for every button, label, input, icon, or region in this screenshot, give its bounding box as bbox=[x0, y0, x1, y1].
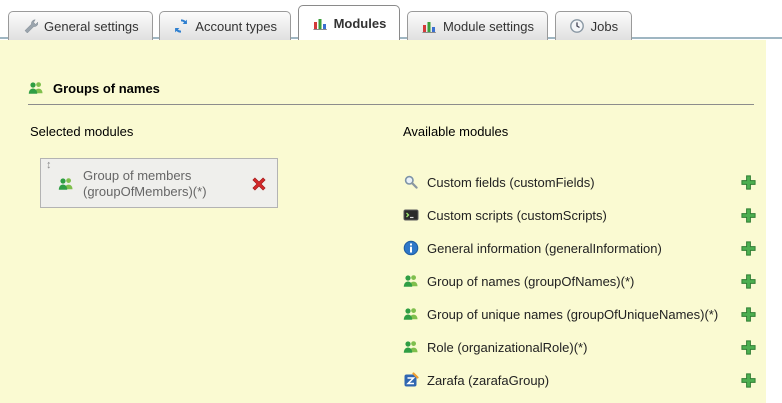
selected-module-id: (groupOfMembers)(*) bbox=[83, 184, 207, 200]
available-module-label: Group of unique names (groupOfUniqueName… bbox=[427, 307, 718, 322]
remove-module-button[interactable] bbox=[250, 175, 268, 193]
zarafa-icon bbox=[403, 372, 419, 388]
available-module-row: Group of unique names (groupOfUniqueName… bbox=[403, 304, 757, 324]
available-module-row: Group of names (groupOfNames)(*) bbox=[403, 271, 757, 291]
tab-account-types[interactable]: Account types bbox=[159, 11, 291, 40]
green-plus-icon bbox=[740, 207, 757, 224]
selected-module-label: Group of members (groupOfMembers)(*) bbox=[83, 168, 207, 200]
section-title: Groups of names bbox=[53, 81, 160, 96]
green-plus-icon bbox=[740, 372, 757, 389]
tab-modules[interactable]: Modules bbox=[298, 5, 401, 40]
available-module-row: Role (organizationalRole)(*) bbox=[403, 337, 757, 357]
available-module-label: Group of names (groupOfNames)(*) bbox=[427, 274, 634, 289]
tab-label: Modules bbox=[334, 16, 387, 31]
content-area: Groups of names Selected modules ↕ Group… bbox=[0, 40, 766, 403]
refresh-arrows-icon bbox=[173, 18, 189, 34]
green-plus-icon bbox=[740, 174, 757, 191]
tab-general-settings[interactable]: General settings bbox=[8, 11, 153, 40]
available-module-label: Role (organizationalRole)(*) bbox=[427, 340, 587, 355]
available-module-label: Custom fields (customFields) bbox=[427, 175, 595, 190]
add-module-button[interactable] bbox=[740, 207, 757, 224]
tab-label: Module settings bbox=[443, 19, 534, 34]
add-module-button[interactable] bbox=[740, 273, 757, 290]
tab-label: General settings bbox=[44, 19, 139, 34]
green-plus-icon bbox=[740, 273, 757, 290]
terminal-icon bbox=[403, 207, 419, 223]
add-module-button[interactable] bbox=[740, 240, 757, 257]
bar-chart-icon bbox=[421, 18, 437, 34]
available-module-label: Zarafa (zarafaGroup) bbox=[427, 373, 549, 388]
add-module-button[interactable] bbox=[740, 306, 757, 323]
add-module-button[interactable] bbox=[740, 372, 757, 389]
available-module-row: Zarafa (zarafaGroup) bbox=[403, 370, 757, 390]
section-divider bbox=[28, 104, 754, 105]
available-modules-list: Custom fields (customFields) Custom scri… bbox=[403, 172, 757, 403]
group-icon bbox=[28, 80, 44, 96]
green-plus-icon bbox=[740, 240, 757, 257]
group-icon bbox=[403, 306, 419, 322]
available-modules-heading: Available modules bbox=[403, 124, 508, 139]
add-module-button[interactable] bbox=[740, 174, 757, 191]
group-icon bbox=[403, 273, 419, 289]
wrench-icon bbox=[22, 18, 38, 34]
selected-module-item: ↕ Group of members (groupOfMembers)(*) bbox=[40, 158, 278, 208]
group-icon bbox=[403, 339, 419, 355]
bar-chart-icon bbox=[312, 15, 328, 31]
selected-modules-heading: Selected modules bbox=[30, 124, 133, 139]
selected-module-name: Group of members bbox=[83, 168, 207, 184]
tab-label: Account types bbox=[195, 19, 277, 34]
tab-module-settings[interactable]: Module settings bbox=[407, 11, 548, 40]
available-module-row: Custom scripts (customScripts) bbox=[403, 205, 757, 225]
info-icon bbox=[403, 240, 419, 256]
tab-label: Jobs bbox=[591, 19, 618, 34]
available-module-label: Custom scripts (customScripts) bbox=[427, 208, 607, 223]
magnifier-icon bbox=[403, 174, 419, 190]
add-module-button[interactable] bbox=[740, 339, 757, 356]
sort-handle-icon[interactable]: ↕ bbox=[46, 160, 52, 171]
section-header: Groups of names bbox=[28, 80, 160, 96]
available-module-label: General information (generalInformation) bbox=[427, 241, 662, 256]
clock-icon bbox=[569, 18, 585, 34]
group-icon bbox=[58, 176, 74, 192]
tab-jobs[interactable]: Jobs bbox=[555, 11, 632, 40]
available-module-row: Custom fields (customFields) bbox=[403, 172, 757, 192]
available-module-row: General information (generalInformation) bbox=[403, 238, 757, 258]
red-x-icon bbox=[250, 175, 268, 193]
green-plus-icon bbox=[740, 306, 757, 323]
tab-bar: General settings Account types Modules M… bbox=[0, 0, 782, 40]
green-plus-icon bbox=[740, 339, 757, 356]
